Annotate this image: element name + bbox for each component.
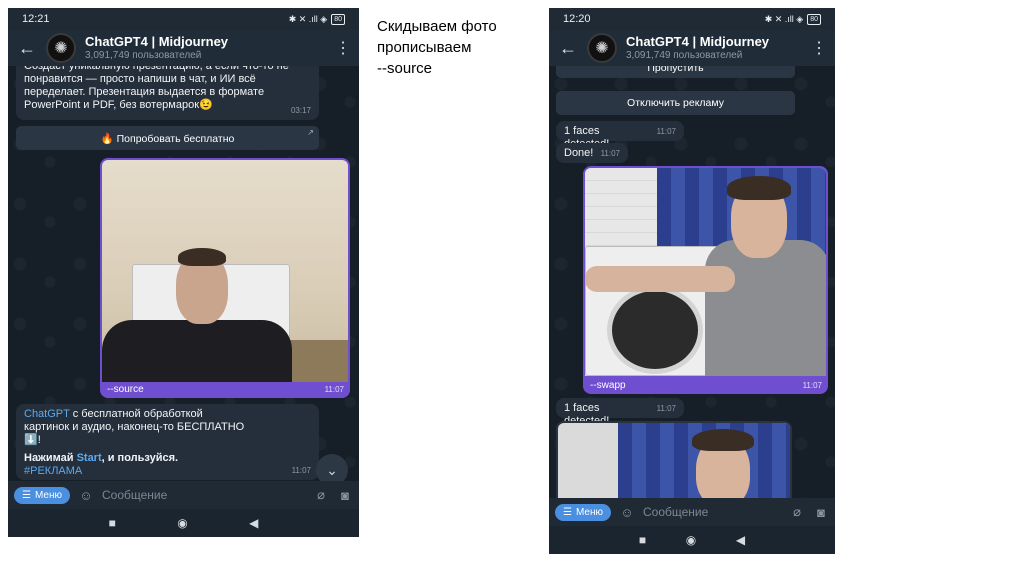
slide-caption-line-3: --source (377, 60, 433, 77)
swapped-photo-message[interactable]: --swapp 11:07 (583, 166, 828, 394)
message-time: 11:07 (324, 385, 344, 394)
menu-button-label: Меню (34, 489, 62, 501)
chat-header: ← ✺ ChatGPT4 | Midjourney 3,091,749 поль… (549, 30, 835, 66)
left-phone-screenshot: 12:21 ✱ ✕ .ıll ◈ 80 ← ✺ ChatGPT4 | Midjo… (8, 8, 359, 537)
menu-icon: ☰ (22, 489, 31, 501)
chat-header: ← ✺ ChatGPT4 | Midjourney 3,091,749 поль… (8, 30, 359, 66)
menu-icon: ☰ (563, 506, 572, 518)
back-icon[interactable]: ◀ (249, 516, 258, 530)
hashtag-link[interactable]: #РЕКЛАМА (24, 465, 311, 478)
person-body (705, 240, 826, 376)
message-input[interactable]: Сообщение (102, 488, 305, 502)
attach-icon[interactable]: ⌀ (789, 504, 805, 520)
menu-button[interactable]: ☰ Меню (14, 486, 70, 504)
ad-message: Создаст уникальную презентацию, а если ч… (16, 66, 319, 120)
chat-area[interactable]: Пропустить Отключить рекламу 1 faces det… (549, 66, 835, 498)
chatgpt-link[interactable]: ChatGPT (24, 408, 70, 420)
ad-message-text: Создаст уникальную презентацию, а если ч… (24, 66, 289, 111)
status-icons: ✱ ✕ .ıll ◈ 80 (764, 13, 821, 25)
chat-title: ChatGPT4 | Midjourney (626, 33, 770, 49)
camera-icon[interactable]: ◙ (337, 488, 353, 503)
status-time: 12:20 (563, 13, 591, 25)
message-time: 11:07 (291, 466, 311, 475)
photo[interactable] (585, 168, 826, 376)
battery-icon: 80 (807, 13, 821, 25)
skip-button[interactable]: Пропустить (556, 66, 795, 78)
skip-label: Пропустить (647, 66, 704, 74)
scroll-down-button[interactable]: ⌄ (316, 454, 348, 481)
battery-icon: 80 (331, 13, 345, 25)
try-free-label: 🔥 Попробовать бесплатно (100, 132, 235, 145)
more-vertical-icon[interactable]: ⋮ (335, 38, 351, 58)
recent-apps-icon[interactable]: ■ (639, 533, 646, 547)
home-icon[interactable]: ◉ (177, 516, 187, 530)
message-time: 03:17 (290, 106, 311, 115)
menu-button[interactable]: ☰ Меню (555, 503, 611, 521)
done-message: Done! 11:07 (556, 143, 628, 163)
status-bar: 12:20 ✱ ✕ .ıll ◈ 80 (549, 8, 835, 30)
slide-caption-line-2: прописываем (377, 39, 472, 56)
camera-icon[interactable]: ◙ (813, 505, 829, 520)
disable-ads-button[interactable]: Отключить рекламу (556, 91, 795, 115)
chat-subtitle: 3,091,749 пользователей (626, 49, 743, 61)
message-input-bar: ☰ Меню ☺ Сообщение ⌀ ◙ (549, 498, 835, 526)
back-icon[interactable]: ◀ (736, 533, 745, 547)
try-free-button[interactable]: 🔥 Попробовать бесплатно ↗ (16, 126, 319, 150)
photo[interactable] (558, 423, 790, 498)
message-time: 11:07 (802, 381, 822, 390)
faces-detected-message: 1 faces detected! 11:07 (556, 121, 684, 150)
chat-header-text[interactable]: ChatGPT4 | Midjourney 3,091,749 пользова… (626, 33, 811, 61)
photo[interactable] (102, 160, 348, 382)
recent-apps-icon[interactable]: ■ (109, 516, 116, 530)
person-arm (585, 266, 735, 292)
emoji-icon[interactable]: ☺ (619, 505, 635, 520)
message-input-bar: ☰ Меню ☺ Сообщение ⌀ ◙ (8, 481, 359, 509)
status-indicators: ✱ ✕ .ıll ◈ (288, 13, 328, 24)
message-time: 11:07 (656, 404, 676, 413)
android-nav-bar: ■ ◉ ◀ (8, 509, 359, 537)
status-indicators: ✱ ✕ .ıll ◈ (764, 13, 804, 24)
menu-button-label: Меню (575, 506, 603, 518)
slide-caption: Скидываем фото прописываем --source (377, 16, 537, 79)
arrow-left-icon[interactable]: ← (559, 38, 587, 59)
chat-title: ChatGPT4 | Midjourney (85, 33, 229, 49)
message-time: 11:07 (656, 127, 676, 136)
disable-ads-label: Отключить рекламу (627, 97, 724, 109)
status-icons: ✱ ✕ .ıll ◈ 80 (288, 13, 345, 25)
status-bar: 12:21 ✱ ✕ .ıll ◈ 80 (8, 8, 359, 30)
promo-message: ChatGPT с бесплатной обработкой картинок… (16, 404, 319, 480)
photo-message[interactable]: --source 11:07 (100, 158, 350, 398)
chat-area[interactable]: Создаст уникальную презентацию, а если ч… (8, 66, 359, 481)
channel-avatar[interactable]: ✺ (587, 33, 617, 63)
android-nav-bar: ■ ◉ ◀ (549, 526, 835, 554)
home-icon[interactable]: ◉ (686, 533, 696, 547)
more-vertical-icon[interactable]: ⋮ (811, 38, 827, 58)
right-phone-screenshot: 12:20 ✱ ✕ .ıll ◈ 80 ← ✺ ChatGPT4 | Midjo… (549, 8, 835, 554)
message-input[interactable]: Сообщение (643, 505, 781, 519)
start-link[interactable]: Start (77, 452, 102, 464)
chat-header-text[interactable]: ChatGPT4 | Midjourney 3,091,749 пользова… (85, 33, 335, 61)
source-photo-preview[interactable] (556, 421, 792, 498)
channel-avatar[interactable]: ✺ (46, 33, 76, 63)
arrow-left-icon[interactable]: ← (18, 38, 46, 59)
external-arrow-icon: ↗ (307, 128, 314, 137)
slide-caption-line-1: Скидываем фото (377, 18, 497, 35)
photo-caption: --swapp (590, 380, 626, 391)
status-time: 12:21 (22, 13, 50, 25)
attach-icon[interactable]: ⌀ (313, 487, 329, 503)
person-body (102, 320, 292, 382)
chat-subtitle: 3,091,749 пользователей (85, 49, 202, 61)
faces-detected-message: 1 faces detected! 11:07 (556, 398, 684, 427)
message-time: 11:07 (600, 149, 620, 158)
photo-caption: --source (107, 384, 144, 395)
emoji-icon[interactable]: ☺ (78, 488, 94, 503)
